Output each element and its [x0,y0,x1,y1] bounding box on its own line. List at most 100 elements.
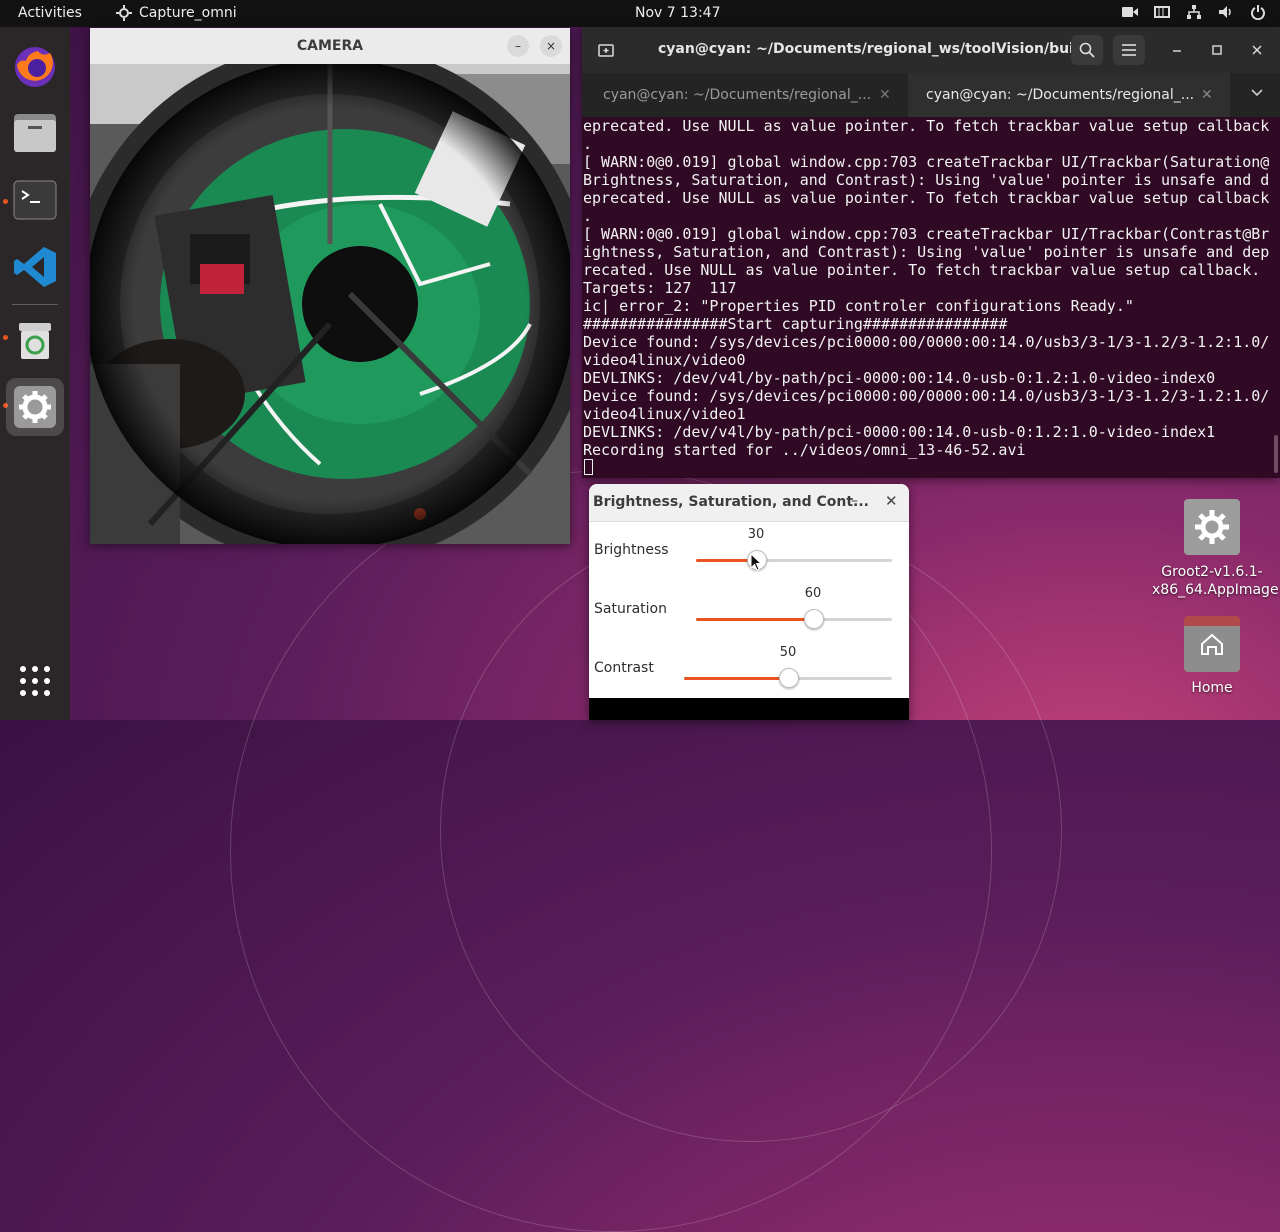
dock-trash[interactable] [6,311,64,369]
trackbar-titlebar[interactable]: Brightness, Saturation, and Cont... – ✕ [589,484,909,522]
contrast-knob[interactable] [779,668,799,688]
close-icon [1252,45,1262,55]
gear-icon [1184,499,1240,555]
contrast-fill [684,677,788,680]
maximize-icon [1212,45,1222,55]
camera-feed [90,64,570,544]
mouse-pointer-icon [750,553,762,571]
new-tab-icon [598,44,614,57]
dock-files[interactable] [6,104,64,162]
camera-window-title: CAMERA [296,38,364,54]
terminal-line: . [583,207,593,225]
tab-terminal-1[interactable]: cyan@cyan: ~/Documents/regional_... ✕ [582,73,908,117]
terminal-line: ightness, Saturation, and Contrast): Usi… [583,243,1270,261]
terminal-line: video4linux/video0 [583,351,746,369]
app-name: Capture_omni [139,5,237,21]
trackbar-minimize-button[interactable]: – [851,493,858,509]
brightness-value: 30 [747,527,765,542]
system-tray[interactable] [1122,4,1266,20]
dock-firefox[interactable] [6,37,64,95]
contrast-trackbar: Contrast 50 [589,640,909,699]
show-apps-button[interactable] [6,652,64,710]
terminal-line: ic| error_2: "Properties PID controler c… [583,297,1134,315]
dock-settings[interactable] [6,378,64,436]
contrast-label: Contrast [594,660,654,676]
power-icon [1251,5,1265,20]
activities-button[interactable]: Activities [18,5,82,21]
terminal-line: eprecated. Use NULL as value pointer. To… [583,117,1270,135]
terminal-line: [ WARN:0@0.019] global window.cpp:703 cr… [583,225,1270,243]
saturation-slider[interactable] [696,609,892,629]
chevron-down-icon [1251,89,1263,97]
brightness-slider[interactable] [696,550,892,570]
terminal-line: Targets: 127 117 [583,279,737,297]
saturation-knob[interactable] [804,609,824,629]
contrast-value: 50 [779,645,797,660]
terminal-line: DEVLINKS: /dev/v4l/by-path/pci-0000:00:1… [583,423,1216,441]
terminal-line: DEVLINKS: /dev/v4l/by-path/pci-0000:00:1… [583,369,1216,387]
tab-label: cyan@cyan: ~/Documents/regional_... [926,87,1195,103]
tab-close-icon[interactable]: ✕ [879,87,891,103]
terminal-maximize-button[interactable] [1201,35,1233,65]
brightness-label: Brightness [594,542,669,558]
terminal-title: cyan@cyan: ~/Documents/regional_ws/toolV… [658,41,1089,57]
terminal-headerbar[interactable]: cyan@cyan: ~/Documents/regional_ws/toolV… [582,27,1280,73]
desktop-icon-label: Home [1191,680,1233,696]
terminal-line: video4linux/video1 [583,405,746,423]
camera-window: CAMERA – × [90,28,570,544]
new-tab-button[interactable] [590,35,622,65]
terminal-line: [ WARN:0@0.019] global window.cpp:703 cr… [583,153,1270,171]
tab-terminal-2[interactable]: cyan@cyan: ~/Documents/regional_... ✕ [908,73,1230,117]
search-icon [1079,42,1095,58]
disk-icon [1154,6,1170,18]
app-grid-icon [20,666,50,696]
top-bar: Activities Capture_omni Nov 7 13:47 [0,0,1280,27]
dock [0,27,70,720]
terminal-window: cyan@cyan: ~/Documents/regional_ws/toolV… [582,27,1280,478]
desktop-icon-label: Groot2-v1.6.1- x86_64.AppImage [1152,564,1279,598]
desktop-icon-home[interactable]: Home [1152,616,1272,696]
terminal-output[interactable]: eprecated. Use NULL as value pointer. To… [582,117,1273,478]
trackbar-window-title: Brightness, Saturation, and Cont... [593,494,870,510]
dock-vscode[interactable] [6,238,64,296]
camera-minimize-button[interactable]: – [507,35,529,57]
terminal-line: eprecated. Use NULL as value pointer. To… [583,189,1270,207]
trackbar-close-button[interactable]: ✕ [885,492,898,510]
home-folder-icon [1184,616,1240,672]
terminal-search-button[interactable] [1071,35,1103,65]
volume-icon [1219,6,1231,18]
terminal-line: recated. Use NULL as value pointer. To f… [583,261,1261,279]
terminal-minimize-button[interactable] [1161,35,1193,65]
terminal-menu-button[interactable] [1113,35,1145,65]
terminal-scrollbar[interactable] [1274,435,1278,473]
saturation-value: 60 [804,586,822,601]
clock[interactable]: Nov 7 13:47 [635,5,720,21]
app-gear-icon [116,5,132,21]
camera-close-button[interactable]: × [540,35,562,57]
terminal-close-button[interactable] [1241,35,1273,65]
saturation-trackbar: Saturation 60 [589,581,909,640]
dock-terminal[interactable] [6,171,64,229]
brightness-trackbar: Brightness 30 [589,522,909,581]
tabs-overflow-button[interactable] [1250,85,1264,103]
saturation-label: Saturation [594,601,667,617]
camera-titlebar[interactable]: CAMERA – × [90,28,570,65]
vscode-icon [14,247,56,287]
firefox-icon [15,47,55,87]
omnidirectional-camera-image [90,64,570,544]
terminal-icon [13,180,57,220]
terminal-line: . [583,135,593,153]
saturation-fill [696,618,813,621]
tab-label: cyan@cyan: ~/Documents/regional_... [603,87,872,103]
app-menu[interactable]: Capture_omni [116,5,237,21]
terminal-cursor [584,459,593,475]
camera-recording-icon [1122,7,1138,17]
terminal-line: ################Start capturing#########… [583,315,1008,333]
terminal-line: Device found: /sys/devices/pci0000:00/00… [583,333,1270,351]
trackbar-image-area [589,698,909,720]
desktop-icon-groot[interactable]: Groot2-v1.6.1- x86_64.AppImage [1152,499,1279,599]
contrast-slider[interactable] [684,668,892,688]
terminal-line: Recording started for ../videos/omni_13-… [583,441,1026,459]
dock-separator [12,304,58,305]
tab-close-icon[interactable]: ✕ [1201,87,1213,103]
